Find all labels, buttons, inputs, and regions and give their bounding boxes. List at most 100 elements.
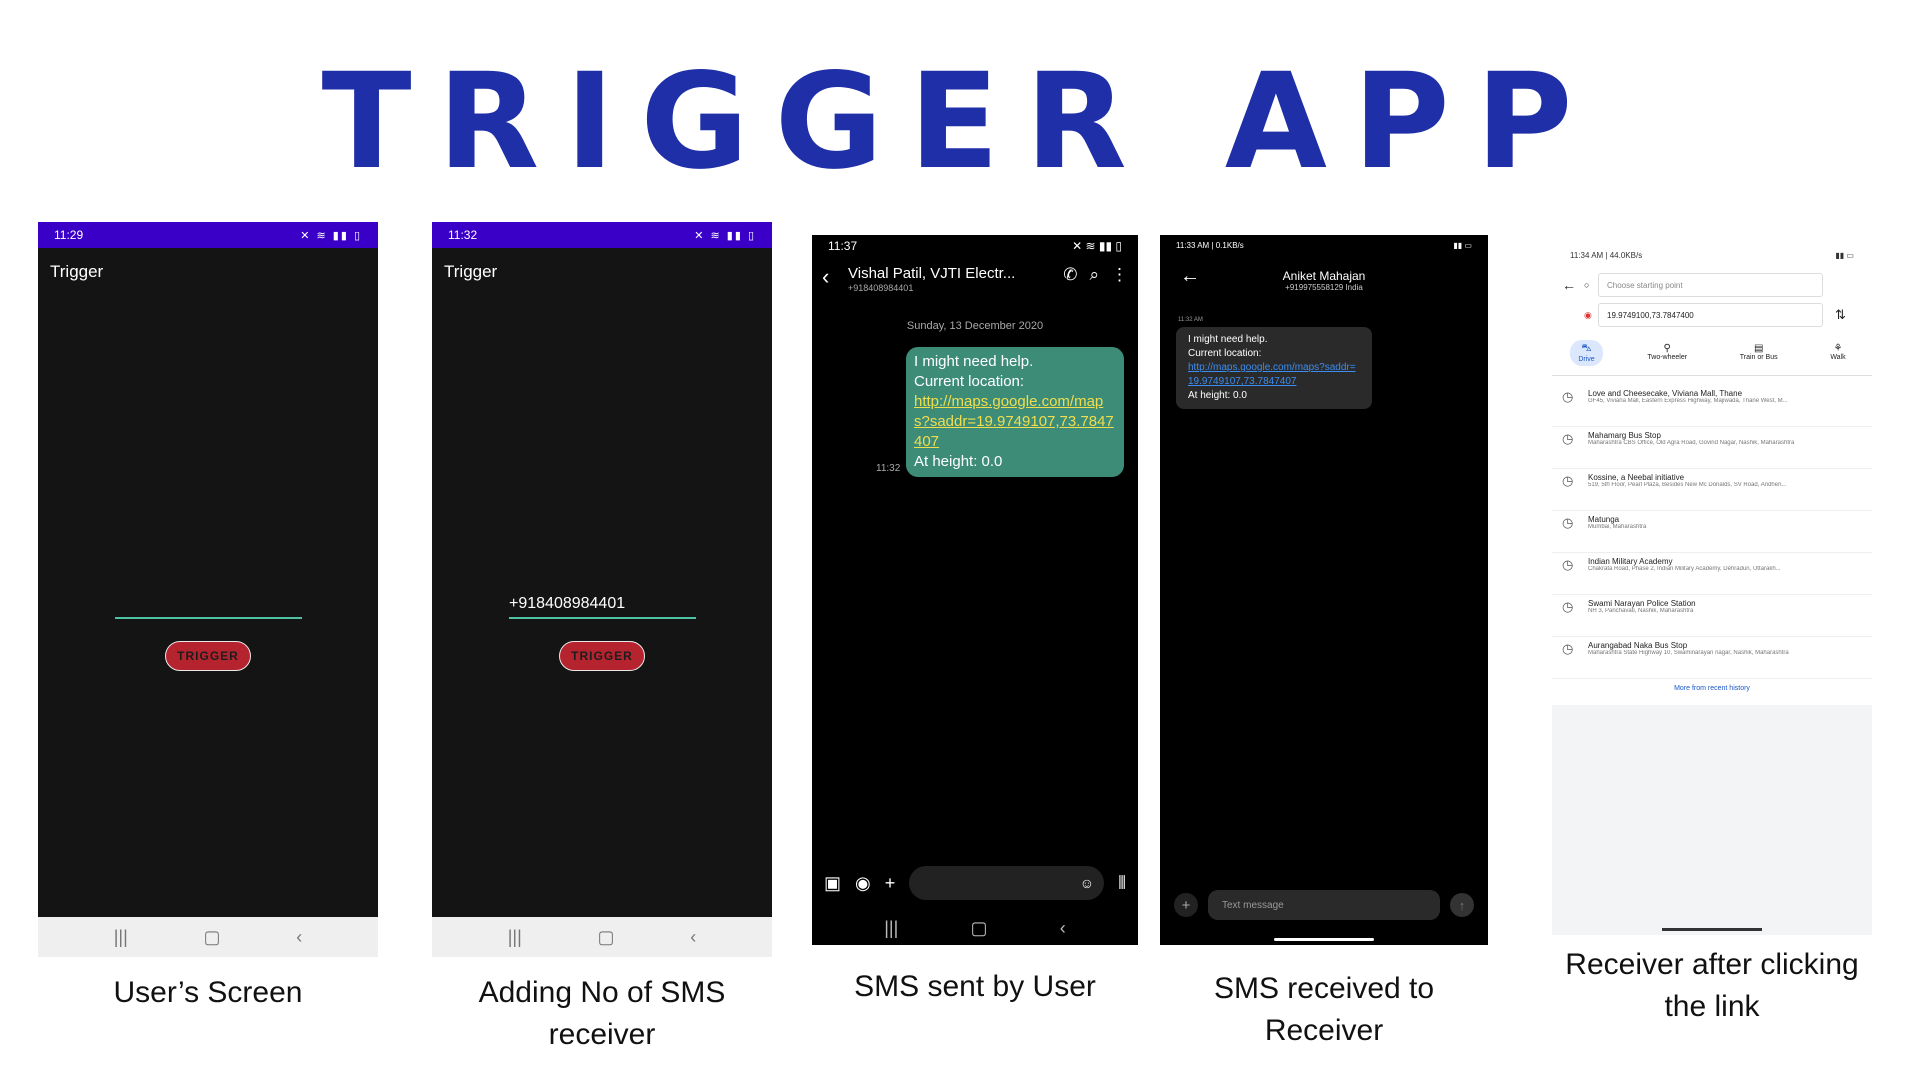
- recents-icon[interactable]: |||: [884, 918, 898, 939]
- back-icon[interactable]: ‹: [1060, 918, 1066, 939]
- phone-maps-receiver: 11:34 AM | 44.0KB/s ▮▮ ▭ ← ○ Choose star…: [1552, 245, 1872, 935]
- back-arrow-icon[interactable]: ‹: [822, 265, 848, 289]
- status-bar: 11:33 AM | 0.1KB/s ▮▮ ▭: [1160, 235, 1488, 255]
- maps-link[interactable]: http://maps.google.com/maps?saddr=19.974…: [914, 392, 1116, 452]
- gallery-icon[interactable]: ▣: [824, 873, 841, 894]
- list-item[interactable]: ◷ Kossine, a Neebal initiative 519, 5th Fl…: [1552, 469, 1872, 511]
- contact-info[interactable]: Vishal Patil, VJTI Electr... +9184089844…: [848, 265, 1063, 293]
- nav-bar: ||| ▢ ‹: [812, 911, 1138, 945]
- place-address: NH 3, Panchavati, Nashik, Maharashtra: [1588, 608, 1694, 614]
- history-icon: ◷: [1562, 515, 1574, 530]
- phone-user-screen: 11:29 ✕ ≋ ▮▮ ▯ Trigger TRIGGER ||| ▢ ‹: [38, 222, 378, 957]
- more-icon[interactable]: ⋮: [1111, 265, 1128, 285]
- status-icons: ✕ ≋ ▮▮ ▯: [1072, 239, 1122, 253]
- status-bar: 11:34 AM | 44.0KB/s ▮▮ ▭: [1552, 245, 1872, 265]
- history-icon: ◷: [1562, 641, 1574, 656]
- maps-link[interactable]: http://maps.google.com/maps?saddr=19.974…: [1188, 361, 1360, 389]
- page-title: TRIGGER APP: [321, 45, 1599, 199]
- more-history-link[interactable]: More from recent history: [1552, 685, 1872, 692]
- list-item[interactable]: ◷ Love and Cheesecake, Viviana Mall, Than…: [1552, 385, 1872, 427]
- place-address: 519, 5th Floor, Pearl Plaza, Besides New…: [1588, 482, 1787, 488]
- list-item[interactable]: ◷ Swami Narayan Police Station NH 3, Panch…: [1552, 595, 1872, 637]
- received-message-bubble: I might need help. Current location: htt…: [1176, 327, 1372, 409]
- place-name: Aurangabad Naka Bus Stop: [1588, 641, 1688, 650]
- mode-transit[interactable]: ▤ Train or Bus: [1732, 340, 1786, 366]
- message-input[interactable]: ☺: [909, 866, 1105, 900]
- voice-icon[interactable]: ⦀: [1118, 873, 1126, 894]
- mode-drive[interactable]: ⛍ Drive: [1570, 340, 1603, 366]
- home-icon[interactable]: ▢: [204, 927, 221, 948]
- home-icon[interactable]: ▢: [971, 918, 988, 939]
- back-icon[interactable]: ‹: [296, 927, 302, 948]
- status-icons: ▮▮ ▭: [1835, 250, 1854, 260]
- message-line: I might need help.: [1188, 334, 1268, 345]
- start-input[interactable]: Choose starting point: [1598, 273, 1823, 297]
- recent-places-list: ◷ Love and Cheesecake, Viviana Mall, Than…: [1552, 385, 1872, 679]
- call-icon[interactable]: ✆: [1063, 265, 1077, 285]
- app-title: Trigger: [444, 262, 498, 281]
- caption-receiver-after-link: Receiver after clicking the link: [1565, 948, 1859, 1023]
- input-underline: [509, 617, 696, 619]
- camera-icon[interactable]: ◉: [855, 873, 871, 894]
- history-icon: ◷: [1562, 599, 1574, 614]
- list-item[interactable]: ◷ Mahamarg Bus Stop Maharashtra CBS Office…: [1552, 427, 1872, 469]
- contact-number: +919975558129 India: [1285, 283, 1363, 292]
- status-bar: 11:29 ✕ ≋ ▮▮ ▯: [38, 222, 378, 248]
- header-actions: ✆ ⌕ ⋮: [1063, 265, 1128, 285]
- status-time: 11:32: [448, 228, 478, 242]
- back-arrow-icon[interactable]: ←: [1562, 277, 1584, 293]
- list-item[interactable]: ◷ Matunga Mumbai, Maharashtra: [1552, 511, 1872, 553]
- history-icon: ◷: [1562, 557, 1574, 572]
- home-indicator[interactable]: [1274, 938, 1374, 941]
- place-name: Matunga: [1588, 515, 1620, 524]
- start-row: ← ○ Choose starting point: [1562, 273, 1823, 297]
- place-address: Maharashtra State Highway 10, Swaminaray…: [1588, 650, 1789, 656]
- message-input[interactable]: Text message: [1208, 890, 1440, 920]
- list-item[interactable]: ◷ Indian Military Academy Chakrata Road, P…: [1552, 553, 1872, 595]
- send-icon[interactable]: ↑: [1450, 893, 1474, 917]
- pin-icon: ◉: [1584, 309, 1592, 320]
- compose-bar: ▣ ◉ + ☺ ⦀: [812, 865, 1138, 901]
- status-icons: ✕ ≋ ▮▮ ▯: [694, 229, 756, 242]
- phone-sms-received: 11:33 AM | 0.1KB/s ▮▮ ▭ ← Aniket Mahajan…: [1160, 235, 1488, 945]
- place-address: GF45, Viviana Mall, Eastern Express High…: [1588, 398, 1788, 404]
- history-icon: ◷: [1562, 431, 1574, 446]
- back-icon[interactable]: ‹: [690, 927, 696, 948]
- history-icon: ◷: [1562, 389, 1574, 404]
- date-divider: Sunday, 13 December 2020: [906, 320, 1044, 332]
- app-title: Trigger: [50, 262, 104, 281]
- travel-modes: ⛍ Drive ⚲ Two-wheeler ▤ Train or Bus ⚘ Walk: [1552, 340, 1872, 366]
- mode-label: Two-wheeler: [1647, 354, 1688, 361]
- home-indicator[interactable]: [1662, 928, 1762, 931]
- home-icon[interactable]: ▢: [598, 927, 615, 948]
- add-icon[interactable]: +: [1174, 893, 1198, 917]
- search-icon[interactable]: ⌕: [1089, 265, 1099, 285]
- destination-input[interactable]: 19.9749100,73.7847400: [1598, 303, 1823, 327]
- train-icon: ▤: [1753, 343, 1764, 354]
- place-address: Maharashtra CBS Office, Old Agra Road, G…: [1588, 440, 1795, 446]
- message-line: Current location:: [914, 373, 1025, 390]
- phone-sms-sent: 11:37 ✕ ≋ ▮▮ ▯ ‹ Vishal Patil, VJTI Elec…: [812, 235, 1138, 945]
- caption-sms-sent: SMS sent by User: [854, 970, 1096, 1003]
- mode-walk[interactable]: ⚘ Walk: [1822, 340, 1853, 366]
- recents-icon[interactable]: |||: [508, 927, 522, 948]
- place-name: Love and Cheesecake, Viviana Mall, Thane: [1588, 389, 1743, 398]
- list-item[interactable]: ◷ Aurangabad Naka Bus Stop Maharashtra Sta…: [1552, 637, 1872, 679]
- mode-two-wheeler[interactable]: ⚲ Two-wheeler: [1639, 340, 1695, 366]
- trigger-button[interactable]: TRIGGER: [165, 641, 251, 671]
- status-time: 11:29: [54, 228, 84, 242]
- phone-number-input[interactable]: +918408984401: [509, 595, 696, 613]
- trigger-button[interactable]: TRIGGER: [559, 641, 645, 671]
- caption-user-screen: User’s Screen: [113, 976, 303, 1009]
- message-line: At height: 0.0: [914, 453, 1003, 470]
- add-icon[interactable]: +: [885, 873, 896, 894]
- recents-icon[interactable]: |||: [114, 927, 128, 948]
- contact-name: Aniket Mahajan: [1282, 269, 1366, 283]
- destination-row: ◉ 19.9749100,73.7847400 ⇅: [1562, 303, 1846, 327]
- car-icon: ⛍: [1581, 343, 1592, 354]
- caption-sms-received: SMS received to Receiver: [1213, 972, 1435, 1047]
- contact-info: Aniket Mahajan +919975558129 India: [1160, 269, 1488, 292]
- sticker-icon[interactable]: ☺: [1080, 875, 1094, 891]
- place-name: Indian Military Academy: [1588, 557, 1673, 566]
- swap-icon[interactable]: ⇅: [1835, 307, 1846, 323]
